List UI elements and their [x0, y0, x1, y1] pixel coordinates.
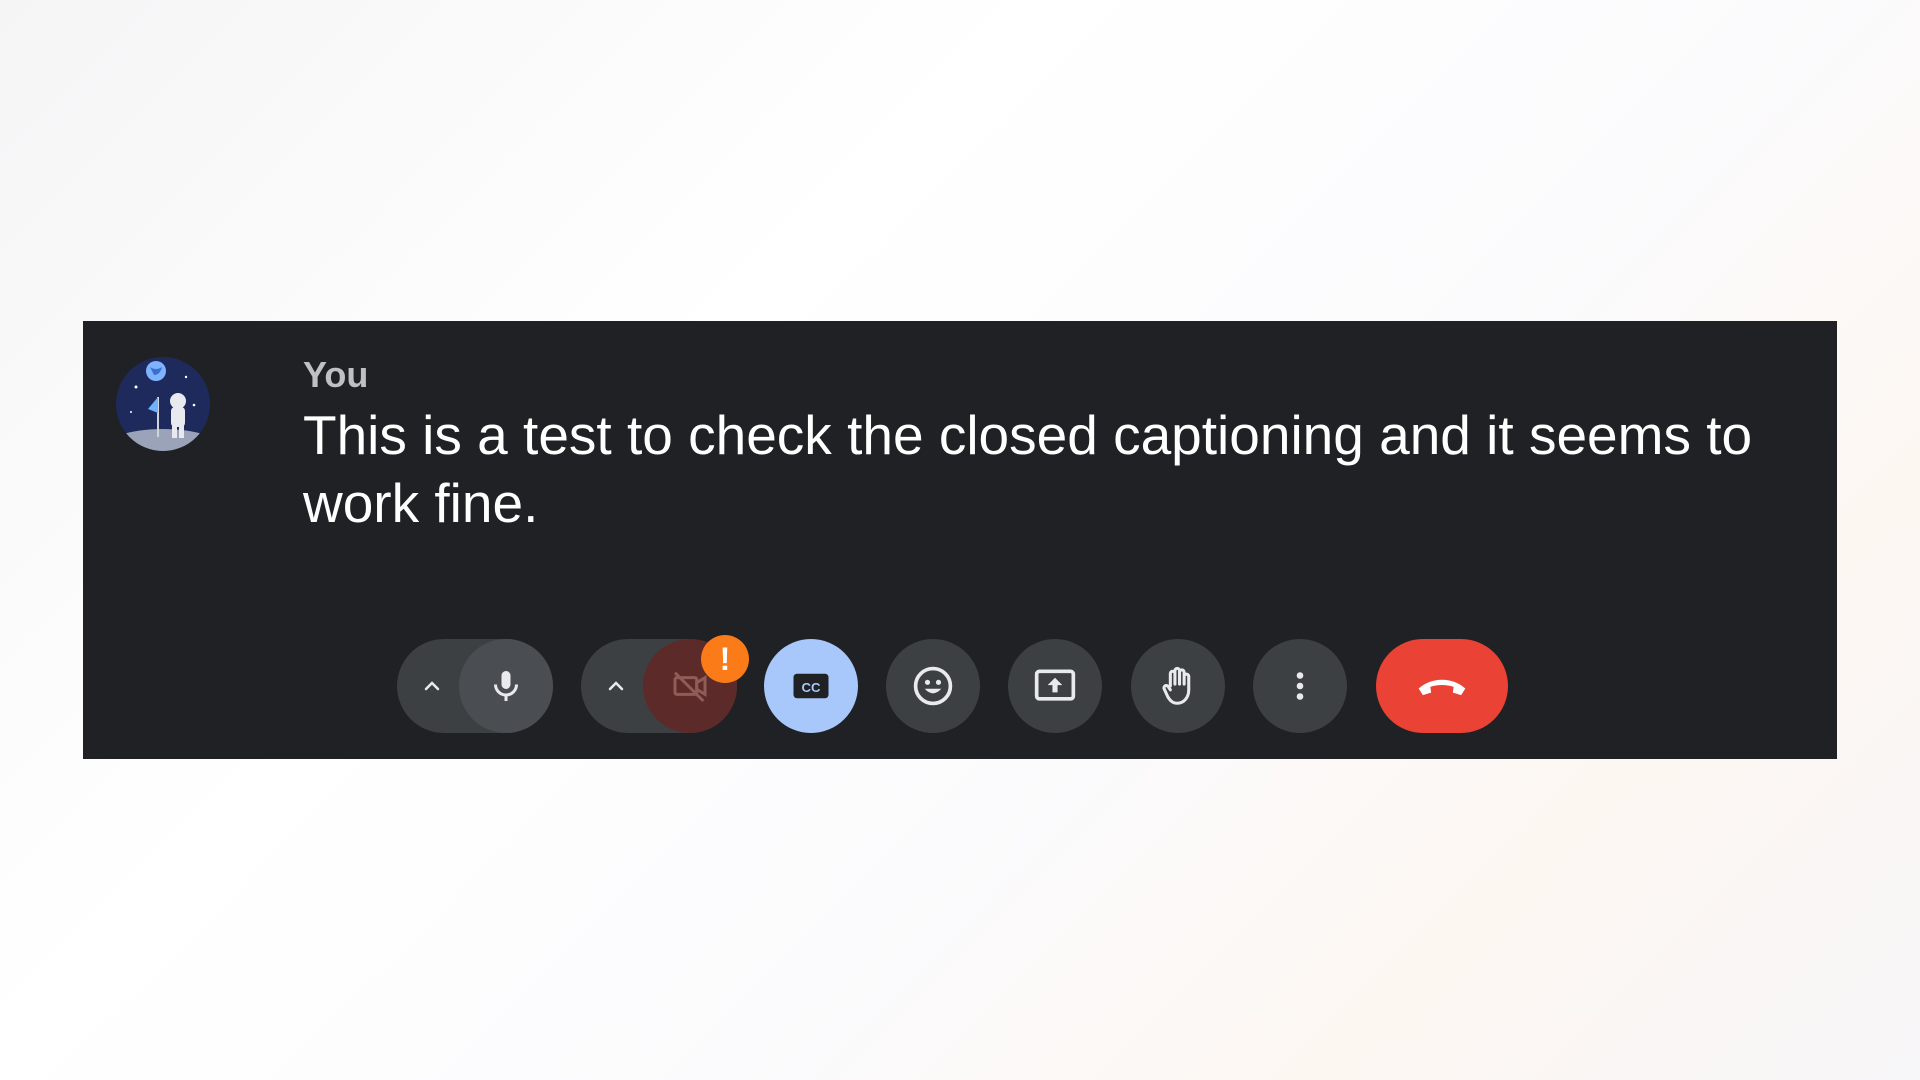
svg-text:CC: CC — [802, 680, 821, 695]
audio-control-group — [397, 639, 553, 733]
raise-hand-button[interactable] — [1131, 639, 1225, 733]
astronaut-avatar-icon — [116, 357, 210, 451]
chevron-up-icon — [608, 681, 624, 691]
caption-panel: You This is a test to check the closed c… — [83, 321, 1837, 759]
leave-call-button[interactable] — [1376, 639, 1508, 733]
call-end-icon — [1418, 679, 1466, 696]
hand-icon — [1162, 666, 1191, 705]
camera-warning-badge[interactable]: ! — [701, 635, 749, 683]
call-controls: ! CC — [83, 635, 1837, 733]
present-screen-icon — [1034, 669, 1076, 701]
microphone-icon — [494, 671, 518, 701]
caption-text: This is a test to check the closed capti… — [303, 404, 1753, 534]
video-options-button[interactable] — [581, 639, 651, 733]
present-screen-button[interactable] — [1008, 639, 1102, 733]
captions-button[interactable]: CC — [764, 639, 858, 733]
more-vert-icon — [1296, 672, 1304, 700]
emoji-icon — [913, 666, 953, 706]
chevron-up-icon — [424, 681, 440, 691]
microphone-button[interactable] — [459, 639, 553, 733]
audio-options-button[interactable] — [397, 639, 467, 733]
cc-icon: CC — [793, 673, 829, 699]
speaker-name: You — [303, 354, 369, 395]
avatar — [116, 357, 210, 451]
more-options-button[interactable] — [1253, 639, 1347, 733]
reactions-button[interactable] — [886, 639, 980, 733]
